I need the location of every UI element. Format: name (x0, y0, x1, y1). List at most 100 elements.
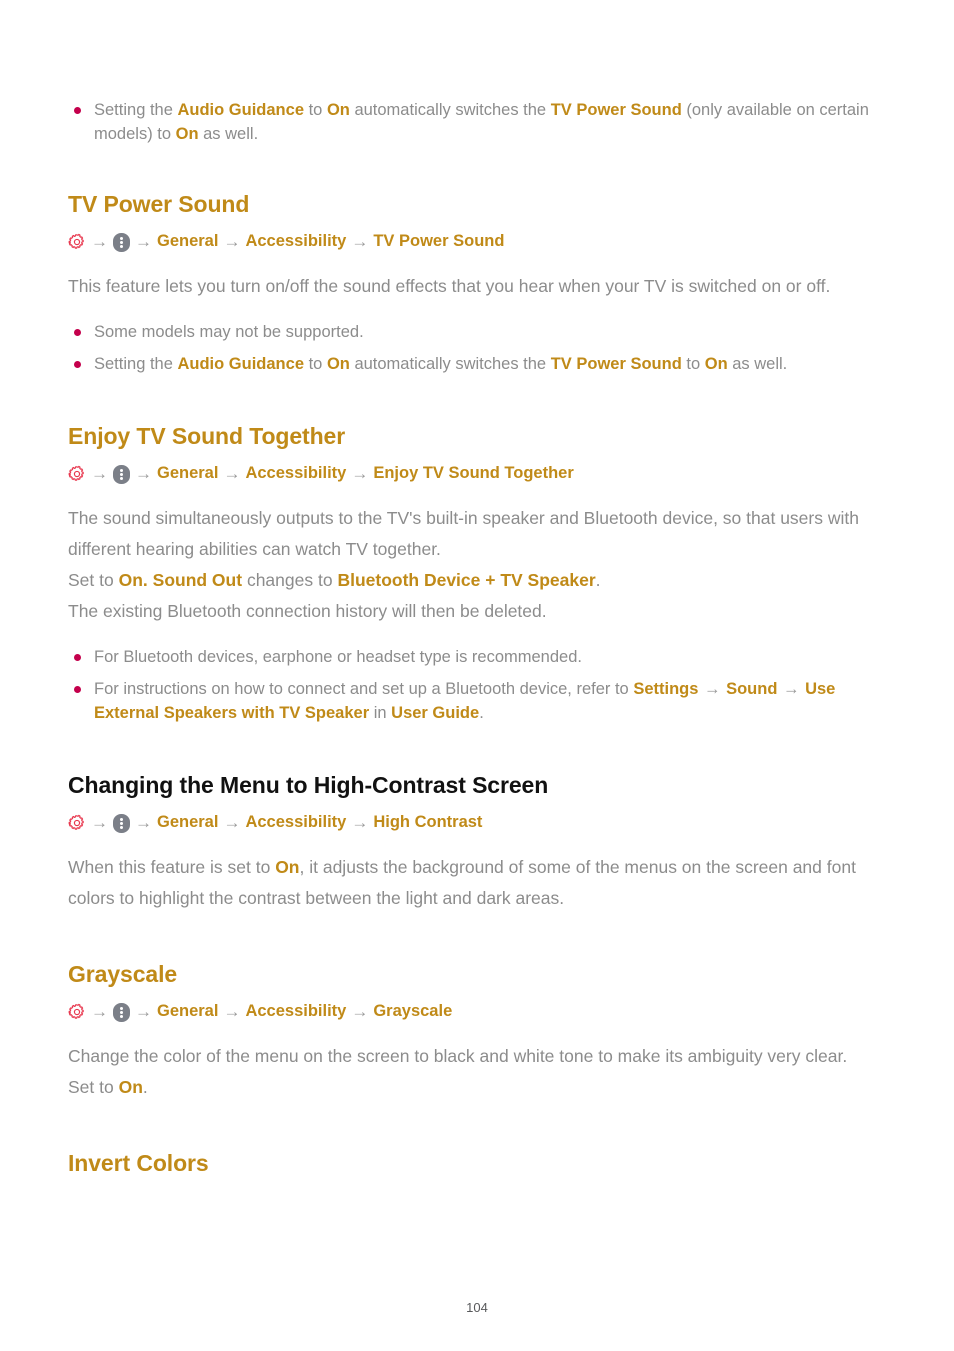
text-run: Set to (68, 570, 119, 590)
bullet-dot-icon (74, 361, 81, 368)
emphasis-term: On (326, 101, 350, 119)
text-run: as well. (198, 125, 259, 143)
arrow-icon: → (223, 231, 241, 251)
more-vertical-icon (113, 232, 130, 252)
arrow-icon: → (351, 1001, 369, 1021)
section-heading-grayscale: Grayscale (68, 961, 178, 987)
text-run: in (369, 704, 392, 722)
emphasis-term: Settings (633, 680, 699, 698)
breadcrumb: → → General → Accessibility → Grayscale (68, 1000, 886, 1022)
text-run: When this feature is set to (68, 857, 276, 877)
emphasis-term: TV Power Sound (550, 101, 682, 119)
bullet-dot-icon (74, 654, 81, 661)
breadcrumb-item-1[interactable]: General (157, 462, 218, 484)
text-run: to (304, 101, 327, 119)
section-paragraph-high-contrast: When this feature is set to On, it adjus… (68, 852, 868, 914)
breadcrumb: → → General → Accessibility → High Contrast (68, 811, 886, 833)
breadcrumb-item-3[interactable]: TV Power Sound (373, 230, 504, 252)
text-run: For instructions on how to connect and s… (94, 680, 634, 698)
text-run: to (681, 355, 705, 373)
text-run: The existing Bluetooth connection histor… (68, 601, 547, 621)
list-item: Setting the Audio Guidance to On automat… (68, 98, 886, 146)
breadcrumb: → → General → Accessibility → TV Power Sound (68, 230, 886, 252)
breadcrumb-item-3[interactable]: Enjoy TV Sound Together (373, 462, 573, 484)
arrow-icon: → (351, 231, 369, 251)
emphasis-term: Sound (726, 680, 778, 698)
section-bullet-tv-power-sound-list: Some models may not be supported. Setting… (68, 320, 886, 376)
arrow-icon: → (91, 812, 108, 832)
arrow-icon: → (135, 231, 152, 251)
breadcrumb-item-2[interactable]: Accessibility (245, 1000, 346, 1022)
arrow-icon: → (699, 680, 726, 698)
page-number: 104 (466, 1300, 488, 1315)
bullet-dot-icon (74, 686, 81, 693)
breadcrumb: → → General → Accessibility → Enjoy TV Sound T… (68, 462, 886, 484)
section-paragraph-enjoy-tv-sound-together: The sound simultaneously outputs to the … (68, 503, 868, 627)
arrow-icon: → (223, 812, 241, 832)
text-run: . (142, 1077, 148, 1097)
text-run: Some models may not be supported. (94, 323, 364, 341)
section-paragraph-tv-power-sound: This feature lets you turn on/off the so… (68, 271, 868, 302)
breadcrumb-item-1[interactable]: General (157, 230, 218, 252)
section-heading-tv-power-sound: TV Power Sound (68, 191, 250, 217)
emphasis-term: On (326, 355, 350, 373)
text-run: . (479, 704, 484, 722)
breadcrumb-item-1[interactable]: General (157, 1000, 218, 1022)
emphasis-term: On (704, 355, 728, 373)
list-item-text: Setting the Audio Guidance to On automat… (94, 355, 787, 373)
section-heading-enjoy-tv-sound-together: Enjoy TV Sound Together (68, 423, 346, 449)
text-run: For Bluetooth devices, earphone or heads… (94, 648, 582, 666)
breadcrumb-item-2[interactable]: Accessibility (245, 462, 346, 484)
arrow-icon: → (223, 1001, 241, 1021)
emphasis-term: Sound Out (152, 570, 243, 590)
breadcrumb-item-1[interactable]: General (157, 811, 218, 833)
emphasis-term: On (175, 125, 199, 143)
arrow-icon: → (778, 680, 805, 698)
list-item: For instructions on how to connect and s… (68, 677, 886, 725)
arrow-icon: → (223, 463, 241, 483)
breadcrumb-item-3[interactable]: Grayscale (373, 1000, 452, 1022)
list-item-text: For instructions on how to connect and s… (94, 680, 835, 722)
gear-icon (68, 465, 86, 483)
list-item-text: Some models may not be supported. (94, 323, 364, 341)
section-heading-invert-colors: Invert Colors (68, 1150, 209, 1176)
section-paragraph-grayscale: Change the color of the menu on the scre… (68, 1041, 868, 1103)
intro-bullet-list: Setting the Audio Guidance to On automat… (68, 98, 886, 146)
text-run: Setting the (94, 355, 178, 373)
breadcrumb-item-3[interactable]: High Contrast (373, 811, 482, 833)
arrow-icon: → (135, 463, 152, 483)
list-item: For Bluetooth devices, earphone or heads… (68, 645, 886, 669)
section-bullet-enjoy-tv-sound-together-list: For Bluetooth devices, earphone or heads… (68, 645, 886, 725)
bullet-dot-icon (74, 329, 81, 336)
bullet-dot-icon (74, 107, 81, 114)
arrow-icon: → (91, 463, 108, 483)
text-run: The sound simultaneously outputs to the … (68, 508, 859, 559)
document-page: Setting the Audio Guidance to On automat… (0, 0, 954, 1351)
gear-icon (68, 1003, 86, 1021)
breadcrumb-item-2[interactable]: Accessibility (245, 811, 346, 833)
page-content: Setting the Audio Guidance to On automat… (68, 98, 886, 1177)
emphasis-term: On (275, 857, 300, 877)
arrow-icon: → (351, 812, 369, 832)
text-run: changes to (242, 570, 338, 590)
emphasis-term: On. (118, 570, 148, 590)
arrow-icon: → (135, 1001, 152, 1021)
gear-icon (68, 233, 86, 251)
emphasis-term: User Guide (391, 704, 480, 722)
text-run: to (304, 355, 327, 373)
text-run: automatically switches the (349, 355, 551, 373)
breadcrumb-item-2[interactable]: Accessibility (245, 230, 346, 252)
emphasis-term: TV Power Sound (550, 355, 682, 373)
